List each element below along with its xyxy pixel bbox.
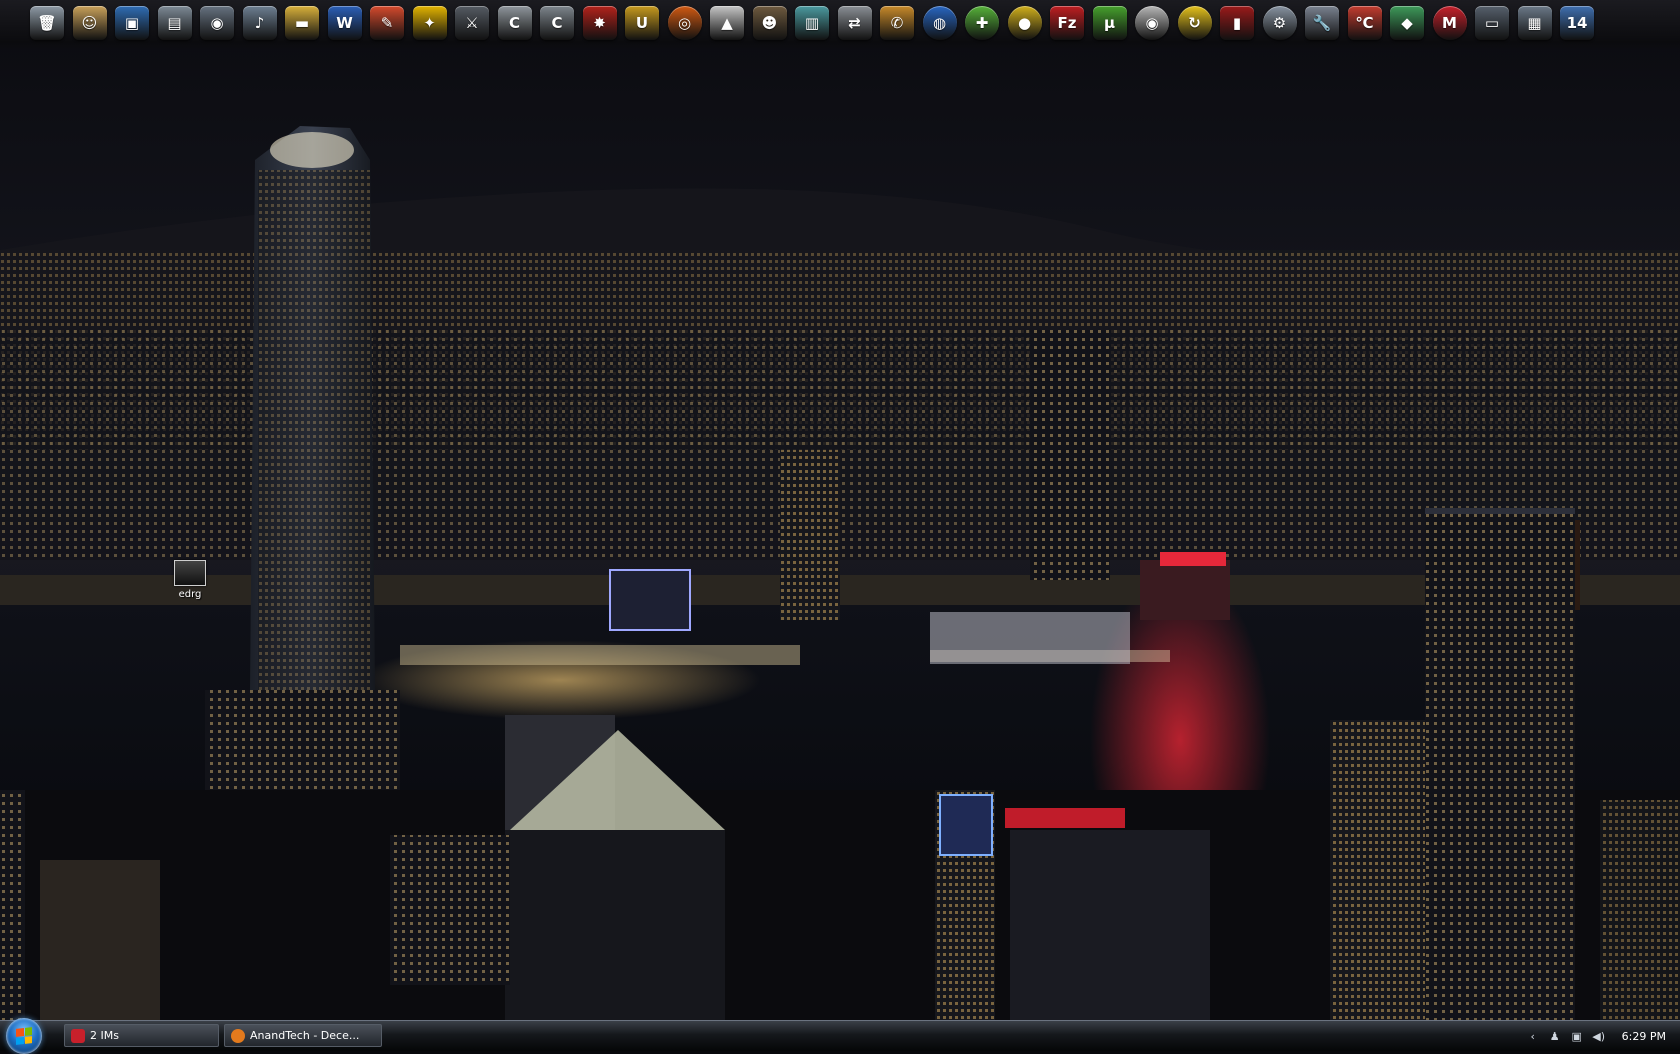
dock-icon-camera[interactable]: ◉ — [198, 2, 236, 44]
taskbar: 2 IMs AnandTech - Dece... ‹ ♟ ▣ ◀) 6:29 … — [0, 1018, 1680, 1054]
dock-icon-recycle-bin[interactable]: 🗑 — [28, 2, 66, 44]
firefox-icon — [231, 1028, 245, 1043]
desktop-icon-edrg[interactable]: edrg — [164, 560, 216, 600]
remote-icon: ⇄ — [837, 6, 872, 40]
desktop-wallpaper — [0, 0, 1680, 1050]
dock-icon-calendar[interactable]: 14 — [1558, 2, 1596, 44]
diamond-icon: ◆ — [1390, 6, 1424, 40]
dock-icon-google-earth[interactable]: ◍ — [921, 2, 959, 44]
wrench-icon: 🔧 — [1305, 6, 1339, 40]
camera-icon: ◉ — [200, 6, 234, 40]
display-icon: ▭ — [1475, 6, 1509, 40]
dock-icon-utorrent[interactable]: µ — [1091, 2, 1129, 44]
folder-icon: ▬ — [285, 6, 319, 40]
dock-icon-contacts[interactable]: ☺ — [71, 2, 109, 44]
dock-icon-wrench[interactable]: 🔧 — [1303, 2, 1341, 44]
dock-icon-thermometer[interactable]: ℃ — [1346, 2, 1384, 44]
dock-icon-word[interactable]: W — [326, 2, 364, 44]
aim-icon: ✦ — [412, 6, 447, 40]
utorrent-icon: µ — [1092, 6, 1127, 40]
dock-icon-aim[interactable]: ✦ — [411, 2, 449, 44]
im-app-icon — [71, 1028, 85, 1043]
dock-icon-disc[interactable]: ● — [1006, 2, 1044, 44]
dock-icon-crysis[interactable]: C — [496, 2, 534, 44]
phone-icon: ✆ — [880, 6, 914, 40]
dock-icon-filezilla[interactable]: Fz — [1048, 2, 1086, 44]
dock-icon-monitor[interactable]: ▥ — [793, 2, 831, 44]
dock-icon-documents[interactable]: ▤ — [156, 2, 194, 44]
dock-icon-starcraft[interactable]: ✸ — [581, 2, 619, 44]
disc-icon: ● — [1007, 6, 1042, 40]
dock-icon-display[interactable]: ▭ — [1473, 2, 1511, 44]
crysis-warhead-icon: C — [540, 6, 574, 40]
dock-icon-calculator[interactable]: ▦ — [1516, 2, 1554, 44]
thermometer-icon: ℃ — [1347, 6, 1382, 40]
monitor-icon: ▥ — [795, 6, 829, 40]
recycle-bin-icon: 🗑 — [30, 6, 64, 40]
taskbar-button-browser[interactable]: AnandTech - Dece... — [224, 1024, 382, 1047]
filezilla-icon: Fz — [1050, 6, 1084, 40]
documents-icon: ▤ — [157, 6, 192, 40]
network-icon[interactable]: ▣ — [1570, 1029, 1584, 1043]
contacts-icon: ☺ — [72, 6, 107, 40]
calendar-icon: 14 — [1560, 6, 1594, 40]
desktop-icon-label: edrg — [178, 589, 202, 600]
dock-icon-cd-burner[interactable]: ◉ — [1133, 2, 1171, 44]
dock-icon-limewire[interactable]: ✚ — [963, 2, 1001, 44]
dock-icon-computer[interactable]: ▣ — [113, 2, 151, 44]
dock-icon-settings[interactable]: ⚙ — [1261, 2, 1299, 44]
dock-icon-folder[interactable]: ▬ — [283, 2, 321, 44]
dock-icon-diamond[interactable]: ◆ — [1388, 2, 1426, 44]
starcraft-icon: ✸ — [582, 6, 617, 40]
soldier-icon: ☻ — [752, 6, 787, 40]
dock-icon-sync[interactable]: ↻ — [1176, 2, 1214, 44]
assassin-icon: ▲ — [710, 6, 744, 40]
feather-icon: ✎ — [370, 6, 404, 40]
chevron-left-icon[interactable]: ‹ — [1526, 1029, 1540, 1043]
computer-icon: ▣ — [115, 6, 149, 40]
top-dock: 🗑 ☺ ▣ ▤ ◉ ♪ ▬ W ✎ ✦ ⚔ C C ✸ U ◎ ▲ ☻ ▥ ⇄ ✆ ◍ ✚ ● Fz µ ◉ ↻ ▮ ⚙ 🔧 ℃ ◆ M ▭ ▦ 14 — [0, 0, 1680, 50]
dock-icon-crysis-warhead[interactable]: C — [538, 2, 576, 44]
dock-icon-remote[interactable]: ⇄ — [836, 2, 874, 44]
calculator-icon: ▦ — [1517, 6, 1552, 40]
clock[interactable]: 6:29 PM — [1622, 1030, 1666, 1043]
mcafee-icon: M — [1432, 6, 1467, 40]
target-icon: ◎ — [667, 6, 702, 40]
windows-logo-icon — [16, 1027, 32, 1045]
unreal-icon: U — [625, 6, 659, 40]
settings-icon: ⚙ — [1262, 6, 1297, 40]
image-file-icon — [174, 560, 206, 586]
limewire-icon: ✚ — [965, 6, 999, 40]
volume-icon[interactable]: ◀) — [1592, 1029, 1606, 1043]
taskbar-button-label: 2 IMs — [90, 1029, 119, 1042]
google-earth-icon: ◍ — [922, 6, 957, 40]
music-icon: ♪ — [242, 6, 277, 40]
dock-icon-unreal[interactable]: U — [623, 2, 661, 44]
dock-icon-phone[interactable]: ✆ — [878, 2, 916, 44]
vertical-app-icon: ▮ — [1220, 6, 1254, 40]
system-tray: ‹ ♟ ▣ ◀) 6:29 PM — [1470, 1021, 1680, 1051]
dock-icon-mcafee[interactable]: M — [1431, 2, 1469, 44]
dock-icon-assassin[interactable]: ▲ — [708, 2, 746, 44]
dock-icon-vertical-app[interactable]: ▮ — [1218, 2, 1256, 44]
taskbar-button-label: AnandTech - Dece... — [250, 1029, 360, 1042]
sync-icon: ↻ — [1177, 6, 1212, 40]
dock-icon-game-1[interactable]: ⚔ — [453, 2, 491, 44]
cd-burner-icon: ◉ — [1135, 6, 1169, 40]
crysis-icon: C — [497, 6, 532, 40]
game-1-icon: ⚔ — [455, 6, 489, 40]
dock-icon-feather[interactable]: ✎ — [368, 2, 406, 44]
dock-icon-soldier[interactable]: ☻ — [751, 2, 789, 44]
taskbar-button-ims[interactable]: 2 IMs — [64, 1024, 219, 1047]
word-icon: W — [327, 6, 362, 40]
user-icon[interactable]: ♟ — [1548, 1029, 1562, 1043]
start-button[interactable] — [6, 1018, 42, 1054]
dock-icon-target[interactable]: ◎ — [666, 2, 704, 44]
dock-icon-music[interactable]: ♪ — [241, 2, 279, 44]
